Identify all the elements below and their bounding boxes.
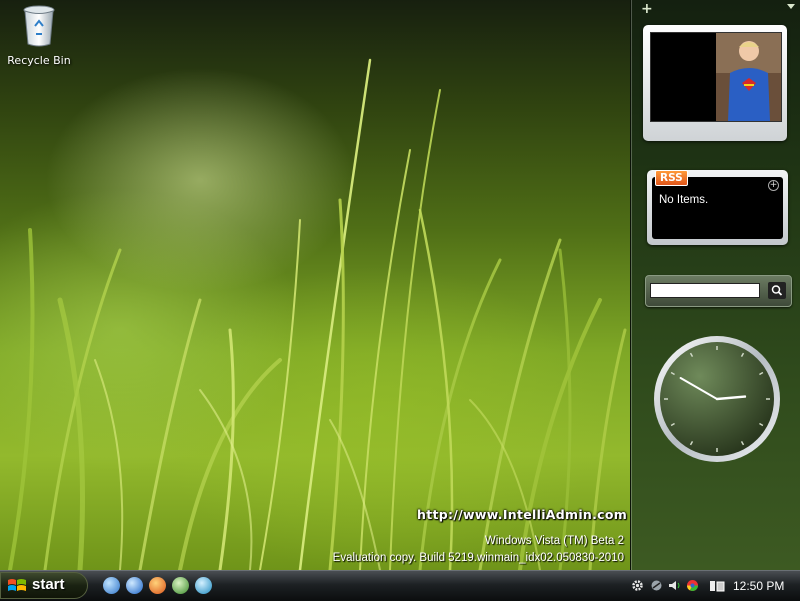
slideshow-frame [650, 32, 782, 122]
search-gadget [645, 275, 792, 307]
watermark-build: Evaluation copy. Build 5219.winmain_idx0… [332, 552, 624, 564]
start-button[interactable]: start [0, 572, 88, 599]
media-icon[interactable] [172, 577, 189, 594]
rss-badge: RSS [655, 170, 688, 186]
taskbar: start 12:50 PM [0, 570, 800, 601]
system-tray: 12:50 PM [625, 571, 800, 601]
recycle-bin-icon [23, 5, 55, 47]
slideshow-photo [716, 33, 781, 121]
rss-add-icon[interactable]: + [768, 180, 779, 191]
add-gadget-button[interactable]: + [641, 2, 653, 16]
rss-status-text: No Items. [659, 194, 709, 206]
internet-explorer-icon[interactable] [126, 577, 143, 594]
recycle-bin[interactable]: Recycle Bin [4, 4, 74, 67]
power-icon[interactable] [709, 579, 725, 592]
firefox-icon[interactable] [149, 577, 166, 594]
start-label: start [32, 576, 65, 593]
watermark-version: Windows Vista (TM) Beta 2 [484, 535, 624, 547]
sidebar-menu-arrow-icon[interactable] [787, 4, 795, 9]
rss-gadget[interactable]: No Items. + RSS [647, 170, 788, 245]
grass-wallpaper [8, 58, 627, 570]
search-input[interactable] [650, 283, 760, 298]
search-icon[interactable] [195, 577, 212, 594]
taskbar-clock[interactable]: 12:50 PM [733, 579, 784, 593]
chrome-like-icon[interactable] [686, 579, 699, 592]
gear-icon[interactable] [631, 579, 644, 592]
clock-gadget[interactable] [651, 333, 783, 465]
sidebar-header: + [631, 0, 800, 20]
search-button[interactable] [768, 282, 786, 299]
network-icon[interactable] [650, 579, 663, 592]
watermark-url: http://www.IntelliAdmin.com [417, 507, 628, 522]
windows-logo-icon [8, 579, 26, 591]
rss-feed-panel: No Items. + [652, 177, 783, 239]
recycle-bin-label: Recycle Bin [7, 54, 71, 67]
search-icon [771, 285, 783, 296]
desktop: Recycle Bin http://www.IntelliAdmin.com … [0, 0, 630, 570]
explorer-icon[interactable] [103, 577, 120, 594]
slideshow-gadget[interactable] [643, 25, 787, 141]
speaker-icon[interactable] [668, 579, 681, 592]
